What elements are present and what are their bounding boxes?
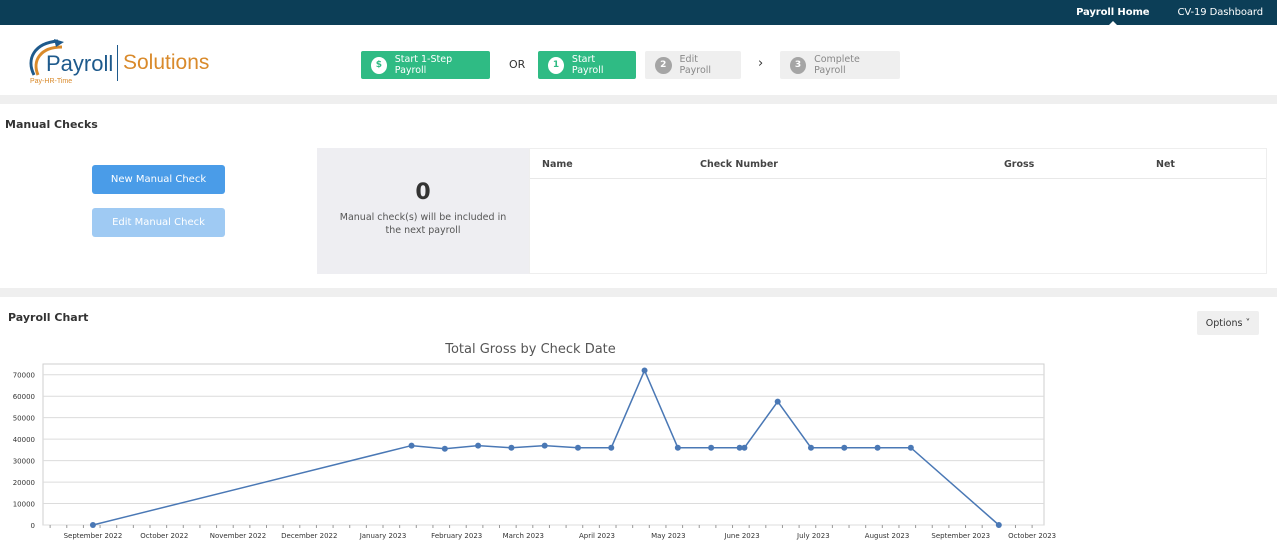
logo-tagline: Pay-HR-Time xyxy=(30,78,73,85)
x-tick-label: March 2023 xyxy=(503,532,544,540)
nav-payroll-home[interactable]: Payroll Home xyxy=(1076,7,1150,26)
data-point xyxy=(741,444,748,451)
column-check-number[interactable]: Check Number xyxy=(700,159,778,170)
data-point xyxy=(674,444,681,451)
x-tick-label: July 2023 xyxy=(796,532,830,540)
chevron-right-icon: › xyxy=(758,56,764,71)
x-tick-label: October 2022 xyxy=(140,532,188,540)
payroll-steps: $ Start 1-Step Payroll OR 1 Start Payrol… xyxy=(0,51,1277,79)
x-tick-label: February 2023 xyxy=(431,532,482,540)
data-point xyxy=(841,444,848,451)
data-point xyxy=(541,442,548,449)
payroll-chart-card: Payroll Chart Options ˅ Total Gross by C… xyxy=(0,297,1277,546)
top-nav-links: Payroll Home CV-19 Dashboard xyxy=(1076,0,1263,26)
column-net[interactable]: Net xyxy=(1156,159,1175,170)
x-tick-label: October 2023 xyxy=(1008,532,1056,540)
edit-payroll-label: Edit Payroll xyxy=(679,54,712,76)
table-header: Name Check Number Gross Net xyxy=(530,149,1266,179)
y-tick-label: 20000 xyxy=(13,479,35,487)
dollar-icon: $ xyxy=(371,56,387,74)
or-separator: OR xyxy=(509,58,526,71)
top-navigation-bar: Payroll Home CV-19 Dashboard xyxy=(0,0,1277,26)
data-point xyxy=(907,444,914,451)
data-point xyxy=(608,444,615,451)
data-point xyxy=(995,522,1002,528)
x-tick-label: November 2022 xyxy=(210,532,266,540)
nav-cv19-dashboard[interactable]: CV-19 Dashboard xyxy=(1177,7,1263,18)
data-point xyxy=(708,444,715,451)
step-1-badge: 1 xyxy=(548,56,564,74)
x-tick-label: January 2023 xyxy=(359,532,407,540)
data-point xyxy=(641,367,648,374)
manual-checks-table: Name Check Number Gross Net xyxy=(529,148,1267,274)
x-tick-label: May 2023 xyxy=(651,532,686,540)
step-3-badge: 3 xyxy=(790,56,807,74)
data-point xyxy=(508,444,515,451)
data-point xyxy=(89,522,96,528)
start-payroll-label: Start Payroll xyxy=(571,54,604,76)
x-tick-label: June 2023 xyxy=(723,532,759,540)
y-tick-label: 30000 xyxy=(13,458,35,466)
total-gross-line-chart: Total Gross by Check Date 0 10000 20000 3000… xyxy=(13,342,1056,540)
manual-check-summary: 0 Manual check(s) will be included in th… xyxy=(317,148,529,274)
start-1-step-payroll-label: Start 1-Step Payroll xyxy=(394,54,453,76)
start-1-step-payroll-button[interactable]: $ Start 1-Step Payroll xyxy=(361,51,490,79)
data-point xyxy=(441,445,448,452)
start-payroll-button[interactable]: 1 Start Payroll xyxy=(538,51,636,79)
edit-manual-check-button[interactable]: Edit Manual Check xyxy=(92,208,225,237)
x-tick-label: August 2023 xyxy=(865,532,910,540)
x-tick-label: December 2022 xyxy=(281,532,337,540)
data-point xyxy=(475,442,482,449)
complete-payroll-label: Complete Payroll xyxy=(814,54,860,76)
column-name[interactable]: Name xyxy=(542,159,573,170)
y-tick-label: 60000 xyxy=(13,393,35,401)
manual-check-description: Manual check(s) will be included in the … xyxy=(339,212,507,236)
x-tick-label: September 2023 xyxy=(931,532,990,540)
column-gross[interactable]: Gross xyxy=(1004,159,1034,170)
new-manual-check-button[interactable]: New Manual Check xyxy=(92,165,225,194)
step-2-badge: 2 xyxy=(655,56,672,74)
data-point xyxy=(408,442,415,449)
data-point xyxy=(774,398,781,405)
data-point xyxy=(807,444,814,451)
manual-check-count: 0 xyxy=(415,180,431,205)
y-tick-label: 0 xyxy=(31,522,35,530)
y-tick-label: 40000 xyxy=(13,436,35,444)
y-tick-label: 50000 xyxy=(13,415,35,423)
data-point xyxy=(574,444,581,451)
data-point xyxy=(874,444,881,451)
complete-payroll-button[interactable]: 3 Complete Payroll xyxy=(780,51,900,79)
edit-payroll-button[interactable]: 2 Edit Payroll xyxy=(645,51,741,79)
chart-title: Total Gross by Check Date xyxy=(444,342,616,357)
y-tick-label: 10000 xyxy=(13,501,35,509)
x-tick-label: April 2023 xyxy=(579,532,615,540)
y-tick-label: 70000 xyxy=(13,372,35,380)
x-tick-label: September 2022 xyxy=(64,532,123,540)
manual-checks-card: Manual Checks New Manual Check Edit Manu… xyxy=(0,104,1277,288)
manual-checks-title: Manual Checks xyxy=(5,118,98,131)
